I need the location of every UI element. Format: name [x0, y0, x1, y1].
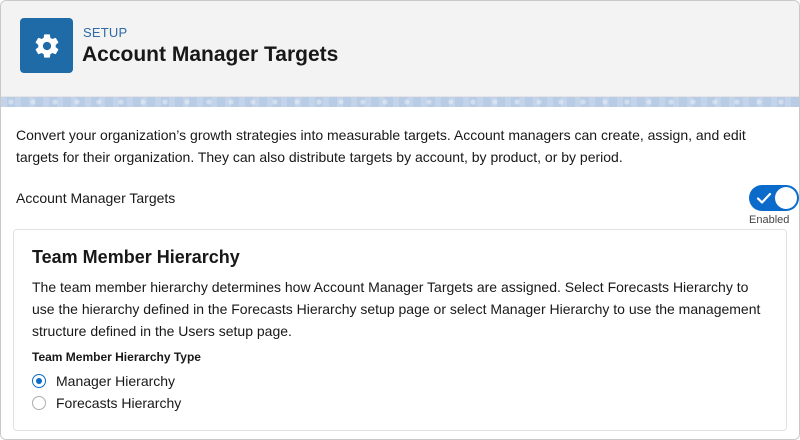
team-member-hierarchy-card: Team Member Hierarchy The team member hi… — [13, 229, 787, 431]
main-content: Convert your organization’s growth strat… — [1, 107, 799, 439]
radio-option-manager-hierarchy[interactable]: Manager Hierarchy — [32, 373, 175, 389]
feature-toggle-label: Account Manager Targets — [16, 190, 176, 206]
header-decorative-band — [1, 97, 799, 107]
gear-icon — [20, 18, 73, 73]
card-title: Team Member Hierarchy — [32, 247, 240, 267]
radio-button[interactable] — [32, 374, 46, 388]
page-header: SETUP Account Manager Targets — [1, 1, 799, 97]
radio-button[interactable] — [32, 396, 46, 410]
setup-breadcrumb: SETUP — [83, 25, 128, 40]
page-title: Account Manager Targets — [82, 43, 339, 66]
feature-description: Convert your organization’s growth strat… — [16, 127, 746, 165]
hierarchy-type-label: Team Member Hierarchy Type — [32, 350, 201, 364]
enable-toggle[interactable] — [749, 185, 799, 211]
card-description: The team member hierarchy determines how… — [32, 279, 761, 339]
radio-label: Forecasts Hierarchy — [56, 395, 182, 411]
toggle-state-label: Enabled — [749, 214, 790, 226]
setup-page: SETUP Account Manager Targets Convert yo… — [0, 0, 800, 440]
checkmark-icon — [756, 192, 772, 204]
radio-label: Manager Hierarchy — [56, 373, 176, 389]
radio-option-forecasts-hierarchy[interactable]: Forecasts Hierarchy — [32, 395, 181, 411]
toggle-knob — [775, 187, 797, 209]
